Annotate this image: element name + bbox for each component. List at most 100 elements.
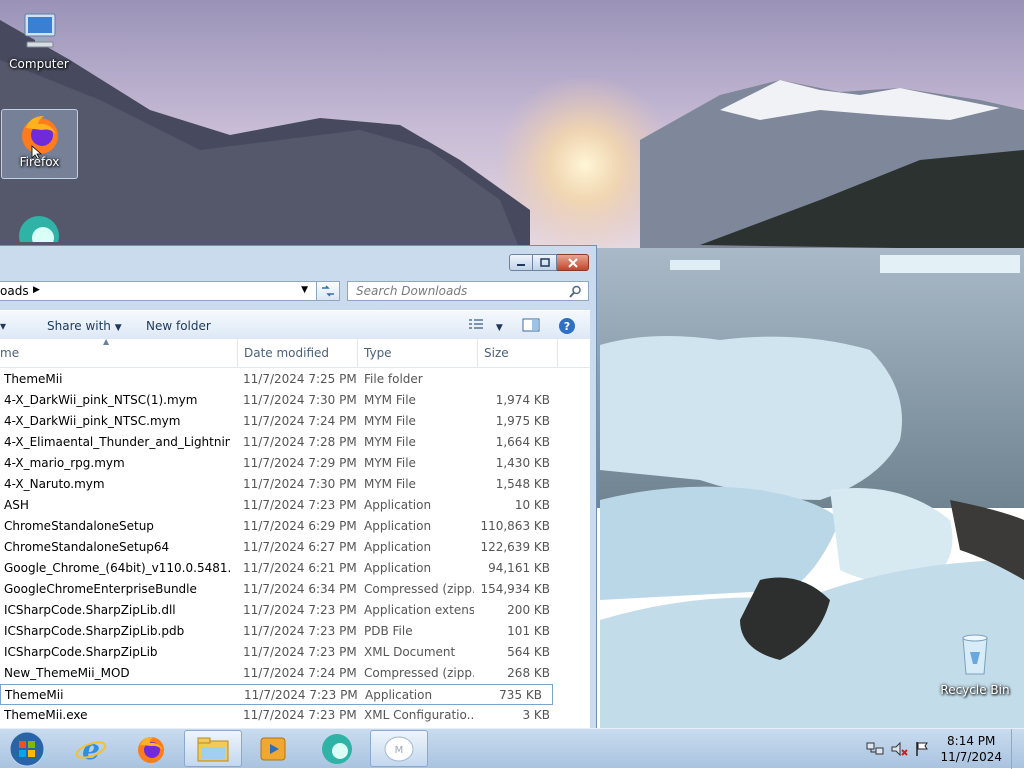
file-name: Google_Chrome_(64bit)_v110.0.5481.104 [4, 561, 230, 575]
search-icon[interactable] [569, 285, 582, 298]
file-size: 110,863 KB [480, 519, 550, 533]
taskbar-app-orb[interactable] [308, 730, 366, 767]
show-desktop-button[interactable] [1011, 729, 1024, 769]
file-type: MYM File [364, 456, 416, 470]
organize-dropdown-icon[interactable]: ▾ [0, 319, 6, 333]
desktop-icon-label: Computer [9, 57, 69, 71]
file-row[interactable]: ICSharpCode.SharpZipLib 11/7/2024 7:23 PM… [0, 642, 560, 663]
file-type: File folder [364, 372, 423, 386]
file-type: MYM File [364, 435, 416, 449]
system-clock[interactable]: 8:14 PM 11/7/2024 [940, 733, 1002, 765]
svg-text:e: e [82, 733, 100, 765]
address-dropdown-icon[interactable]: ▼ [301, 285, 308, 295]
file-row[interactable]: ThemeMii 11/7/2024 7:25 PM File folder [0, 369, 560, 390]
file-date: 11/7/2024 7:23 PM [243, 624, 357, 638]
file-type: MYM File [364, 414, 416, 428]
file-type: Application extens... [364, 603, 474, 617]
taskbar-media-player[interactable] [244, 730, 302, 767]
app-orb-icon [19, 216, 59, 242]
media-player-icon [260, 737, 286, 760]
file-date: 11/7/2024 7:24 PM [243, 414, 357, 428]
file-name: ChromeStandaloneSetup [4, 519, 154, 533]
share-with-button[interactable]: Share with ▼ [47, 319, 122, 333]
desktop-icon-firefox[interactable]: Firefox [1, 109, 78, 179]
file-row[interactable]: ThemeMii.exe 11/7/2024 7:23 PM XML Configu… [0, 705, 560, 726]
desktop-icon-recycle-bin[interactable]: Recycle Bin [938, 632, 1012, 697]
file-name: 4-X_mario_rpg.mym [4, 456, 125, 470]
file-row[interactable]: ASH 11/7/2024 7:23 PM Application 10 KB [0, 495, 560, 516]
file-type: Application [364, 519, 432, 533]
file-date: 11/7/2024 7:23 PM [243, 498, 357, 512]
file-size: 1,974 KB [495, 393, 550, 407]
details-view-icon [469, 319, 483, 329]
file-date: 11/7/2024 7:24 PM [243, 666, 357, 680]
file-row[interactable]: 4-X_mario_rpg.mym 11/7/2024 7:29 PM MYM Fi… [0, 453, 560, 474]
start-button[interactable] [0, 730, 54, 767]
file-type: Application [364, 561, 432, 575]
column-header-type[interactable]: Type [364, 346, 392, 360]
file-row[interactable]: ThemeMii 11/7/2024 7:23 PM Application 735 … [0, 684, 553, 705]
clock-date: 11/7/2024 [940, 750, 1002, 764]
file-size: 3 KB [522, 708, 550, 722]
app-orb-icon [322, 733, 352, 764]
file-type: MYM File [364, 477, 416, 491]
file-size: 154,934 KB [480, 582, 550, 596]
file-name: ThemeMii [5, 688, 64, 702]
file-date: 11/7/2024 7:25 PM [243, 372, 357, 386]
desktop-icon-label: Recycle Bin [940, 683, 1010, 697]
file-size: 94,161 KB [488, 561, 550, 575]
refresh-button[interactable] [316, 281, 340, 301]
file-name: ASH [4, 498, 29, 512]
file-date: 11/7/2024 6:21 PM [243, 561, 357, 575]
file-name: 4-X_DarkWii_pink_NTSC.mym [4, 414, 181, 428]
svg-text:M: M [395, 745, 404, 756]
help-button[interactable]: ? [558, 317, 576, 338]
column-headers: me ▲ Date modified Type Size [0, 337, 590, 368]
file-row[interactable]: 4-X_DarkWii_pink_NTSC(1).mym 11/7/2024 7:… [0, 390, 560, 411]
breadcrumb-downloads[interactable]: oads [0, 284, 29, 298]
folder-icon [197, 737, 229, 761]
file-type: Compressed (zipp... [364, 582, 474, 596]
desktop-icon-app[interactable] [2, 212, 76, 242]
search-box[interactable]: Search Downloads [347, 281, 589, 301]
share-with-label: Share with [47, 319, 111, 333]
taskbar-thememii[interactable]: M [370, 730, 428, 767]
close-button[interactable] [557, 254, 589, 271]
minimize-button[interactable] [509, 254, 533, 271]
file-date: 11/7/2024 7:23 PM [244, 688, 358, 702]
file-row[interactable]: GoogleChromeEnterpriseBundle 11/7/2024 6:… [0, 579, 560, 600]
column-header-size[interactable]: Size [484, 346, 509, 360]
desktop-icon-computer[interactable]: Computer [2, 10, 76, 71]
taskbar-windows-explorer[interactable] [184, 730, 242, 767]
address-bar[interactable]: oads ▶ ▼ [0, 281, 339, 301]
file-row[interactable]: ChromeStandaloneSetup64 11/7/2024 6:27 PM… [0, 537, 560, 558]
firefox-icon [21, 116, 58, 161]
file-name: ChromeStandaloneSetup64 [4, 540, 170, 554]
file-row[interactable]: Google_Chrome_(64bit)_v110.0.5481.104 11/… [0, 558, 560, 579]
file-date: 11/7/2024 7:23 PM [243, 645, 357, 659]
breadcrumb-arrow-icon[interactable]: ▶ [33, 285, 40, 295]
maximize-button[interactable] [533, 254, 557, 271]
file-row[interactable]: 4-X_Elimaental_Thunder_and_Lightning_...… [0, 432, 560, 453]
file-row[interactable]: ChromeStandaloneSetup 11/7/2024 6:29 PM Ap… [0, 516, 560, 537]
new-folder-button[interactable]: New folder [146, 319, 211, 333]
view-options-button[interactable]: ▼ [468, 318, 503, 333]
volume-muted-icon[interactable] [890, 741, 908, 760]
action-center-flag-icon[interactable] [914, 741, 930, 760]
file-name: ICSharpCode.SharpZipLib [4, 645, 158, 659]
file-row[interactable]: New_ThemeMii_MOD 11/7/2024 7:24 PM Compres… [0, 663, 560, 684]
network-icon[interactable] [866, 741, 884, 760]
preview-pane-button[interactable] [522, 318, 540, 335]
file-row[interactable]: ICSharpCode.SharpZipLib.pdb 11/7/2024 7:2… [0, 621, 560, 642]
column-header-name[interactable]: me [0, 346, 19, 360]
taskbar-internet-explorer[interactable]: e [62, 730, 120, 767]
window-titlebar[interactable] [0, 246, 596, 276]
file-row[interactable]: ICSharpCode.SharpZipLib.dll 11/7/2024 7:2… [0, 600, 560, 621]
taskbar-firefox[interactable] [122, 730, 180, 767]
file-row[interactable]: 4-X_DarkWii_pink_NTSC.mym 11/7/2024 7:24 … [0, 411, 560, 432]
column-header-date[interactable]: Date modified [244, 346, 329, 360]
file-row[interactable]: 4-X_Naruto.mym 11/7/2024 7:30 PM MYM File 1… [0, 474, 560, 495]
refresh-icon [322, 285, 334, 297]
file-size: 101 KB [507, 624, 550, 638]
file-name: ThemeMii [4, 372, 63, 386]
